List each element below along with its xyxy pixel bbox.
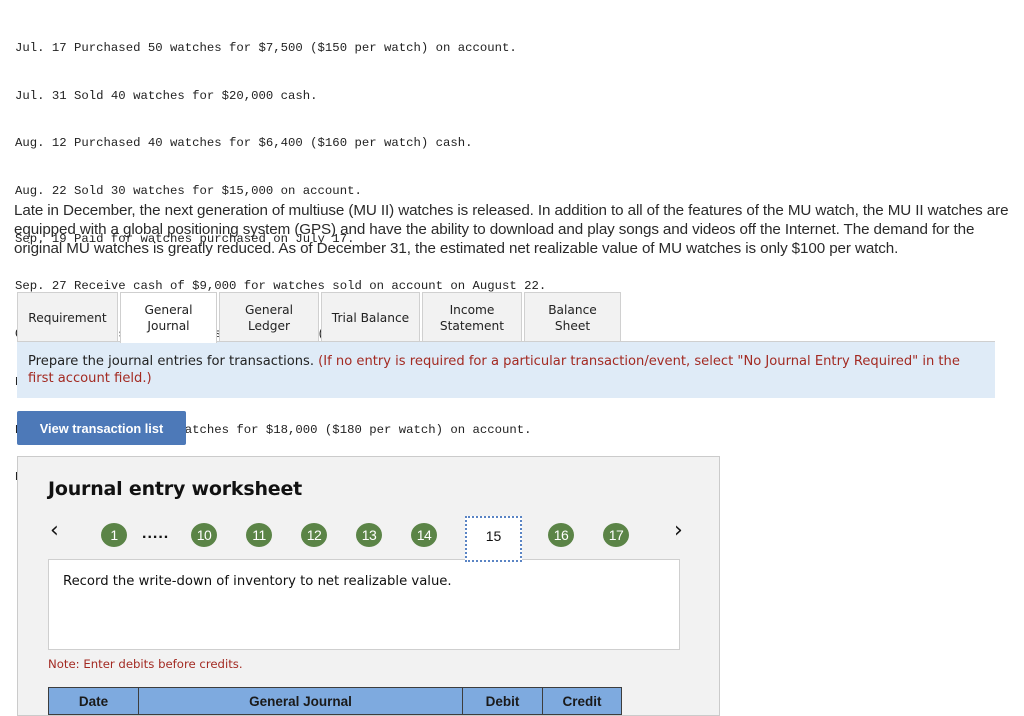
step-14[interactable]: 14 [411,523,437,547]
step-11[interactable]: 11 [246,523,272,547]
transaction-item: Jul. 17 Purchased 50 watches for $7,500 … [15,40,517,55]
debit-credit-note: Note: Enter debits before credits. [48,657,243,671]
step-17[interactable]: 17 [603,523,629,547]
tab-label: Trial Balance [331,310,410,325]
column-header-debit: Debit [462,687,543,715]
journal-entry-worksheet: Journal entry worksheet ‹ 1 ..... 10 11 … [17,456,720,716]
step-12[interactable]: 12 [301,523,327,547]
tab-balance-sheet[interactable]: Balance Sheet [524,292,621,342]
tab-requirement[interactable]: Requirement [17,292,118,342]
column-header-credit: Credit [542,687,622,715]
entry-prompt-text: Record the write-down of inventory to ne… [63,574,452,589]
step-16[interactable]: 16 [548,523,574,547]
tab-label: Balance Sheet [548,302,597,333]
tab-trial-balance[interactable]: Trial Balance [321,292,420,342]
step-1[interactable]: 1 [101,523,127,547]
chevron-right-icon[interactable]: › [674,520,683,542]
transaction-item: Aug. 22 Sold 30 watches for $15,000 on a… [15,183,362,198]
step-15-current[interactable]: 15 [465,516,522,562]
instruction-text: Prepare the journal entries for transact… [28,354,319,369]
tab-general-journal[interactable]: General Journal [120,292,217,343]
step-10[interactable]: 10 [191,523,217,547]
chevron-left-icon[interactable]: ‹ [50,520,59,542]
transaction-item: Aug. 12 Purchased 40 watches for $6,400 … [15,136,473,151]
column-header-date: Date [48,687,139,715]
tab-bar: Requirement General Journal General Ledger… [17,292,623,343]
tab-label: General Journal [144,303,193,333]
instruction-panel: Prepare the journal entries for transact… [17,342,995,398]
scenario-paragraph: Late in December, the next generation of… [14,202,1009,258]
worksheet-title: Journal entry worksheet [48,478,303,500]
tab-label: Requirement [28,310,107,325]
view-transaction-list-button[interactable]: View transaction list [17,411,186,445]
journal-table-header: Date General Journal Debit Credit [48,687,622,715]
tab-label: General Ledger [244,302,294,333]
transaction-item: Jul. 31 Sold 40 watches for $20,000 cash… [15,88,318,103]
tab-income-statement[interactable]: Income Statement [422,292,522,342]
column-header-general-journal: General Journal [138,687,463,715]
journal-table: Date General Journal Debit Credit [48,687,622,715]
step-ellipsis: ..... [142,525,170,542]
tab-label: Income Statement [439,302,505,333]
step-13[interactable]: 13 [356,523,382,547]
tab-general-ledger[interactable]: General Ledger [219,292,319,342]
entry-prompt: Record the write-down of inventory to ne… [48,559,680,650]
